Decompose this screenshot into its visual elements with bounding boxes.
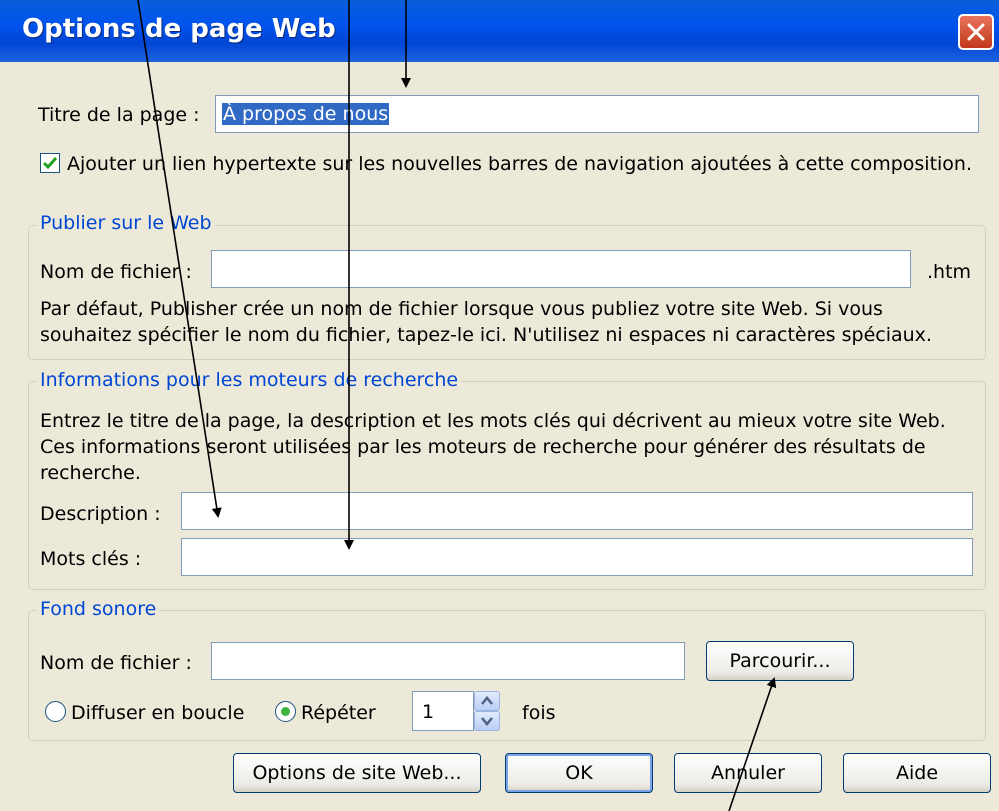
repeat-count-input[interactable]: 1	[412, 691, 474, 731]
chevron-up-icon	[481, 696, 493, 705]
publish-group-title: Publier sur le Web	[37, 212, 215, 234]
stepper-up-button[interactable]	[474, 691, 500, 711]
loop-radio[interactable]	[45, 701, 66, 722]
loop-radio-label: Diffuser en boucle	[71, 702, 245, 724]
close-icon	[967, 23, 985, 41]
title-bar[interactable]: Options de page Web	[0, 0, 999, 62]
search-help-line-2: Ces informations seront utilisées par le…	[40, 436, 926, 458]
search-help-line-3: recherche.	[40, 462, 141, 484]
description-label: Description :	[40, 503, 161, 525]
nav-link-label: Ajouter un lien hypertexte sur les nouve…	[67, 153, 973, 175]
ok-button[interactable]: OK	[505, 753, 653, 793]
repeat-radio-label: Répéter	[301, 702, 376, 724]
help-button[interactable]: Aide	[843, 753, 991, 793]
stepper-down-button[interactable]	[474, 711, 500, 731]
repeat-count-stepper[interactable]	[474, 691, 500, 731]
checkmark-icon	[42, 157, 58, 170]
publish-help-line-1: Par défaut, Publisher crée un nom de fic…	[40, 298, 883, 320]
sound-filename-label: Nom de fichier :	[40, 652, 192, 674]
publish-help-line-2: souhaitez spécifier le nom du fichier, t…	[40, 324, 932, 346]
publish-filename-label: Nom de fichier :	[40, 261, 192, 283]
file-extension: .htm	[927, 261, 972, 283]
close-button[interactable]	[958, 14, 994, 50]
radio-selected-dot	[281, 707, 290, 716]
cancel-button[interactable]: Annuler	[674, 753, 822, 793]
keywords-input[interactable]	[181, 538, 973, 576]
dialog-window: Options de page Web Titre de la page : À…	[0, 0, 999, 811]
repeat-radio[interactable]	[275, 701, 296, 722]
site-options-button[interactable]: Options de site Web...	[233, 753, 481, 793]
page-title-value: À propos de nous	[222, 103, 390, 125]
nav-link-checkbox[interactable]	[40, 153, 60, 173]
window-title: Options de page Web	[22, 14, 336, 44]
search-help-line-1: Entrez le titre de la page, la descripti…	[40, 410, 946, 432]
browse-button[interactable]: Parcourir...	[706, 641, 854, 681]
page-title-input[interactable]: À propos de nous	[215, 95, 979, 133]
times-label: fois	[522, 702, 556, 724]
description-input[interactable]	[181, 492, 973, 530]
chevron-down-icon	[481, 717, 493, 726]
page-title-label: Titre de la page :	[38, 104, 200, 126]
sound-filename-input[interactable]	[211, 642, 685, 680]
sound-group-title: Fond sonore	[37, 598, 160, 620]
publish-filename-input[interactable]	[211, 250, 911, 288]
keywords-label: Mots clés :	[40, 548, 142, 570]
repeat-count-value: 1	[422, 701, 435, 723]
search-group-title: Informations pour les moteurs de recherc…	[37, 369, 462, 391]
